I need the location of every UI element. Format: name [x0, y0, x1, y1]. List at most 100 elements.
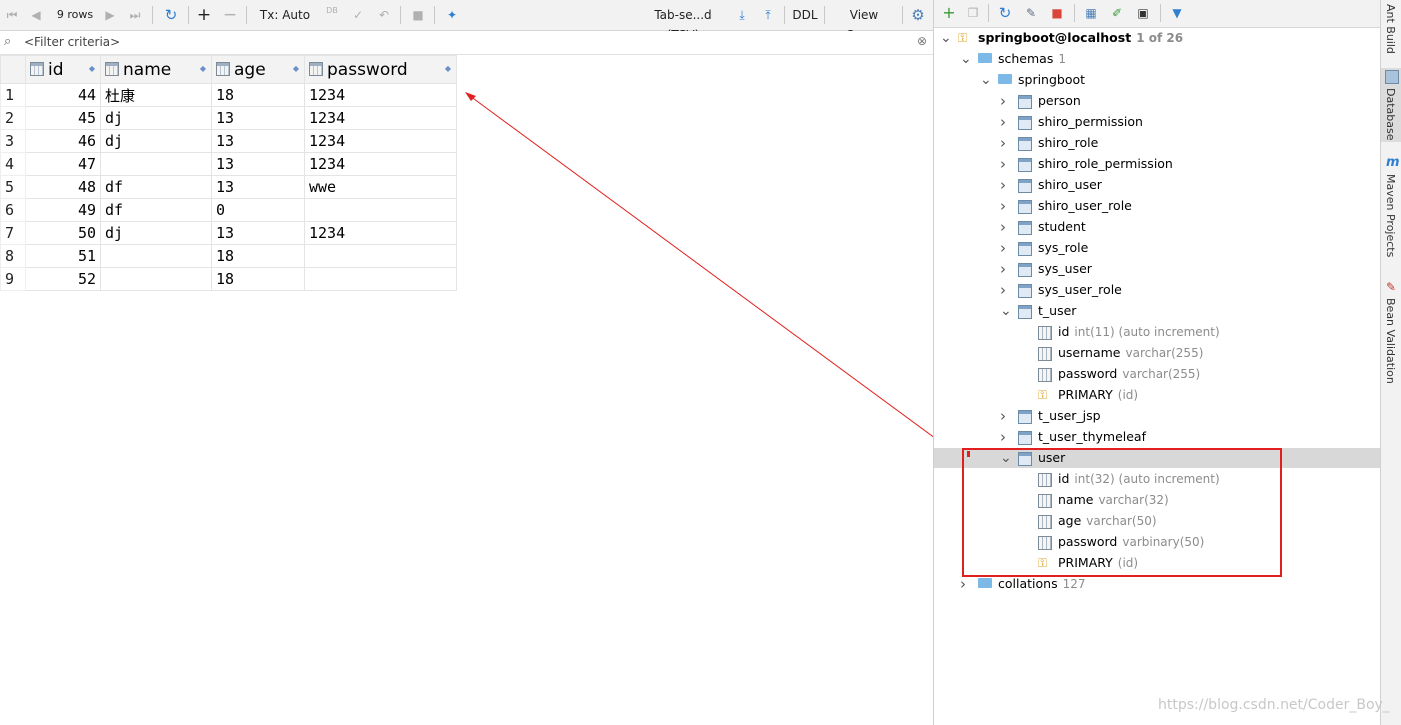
tree-node-table[interactable]: › shiro_user — [934, 175, 1381, 195]
tool-window-strip: Ant Build Database m Maven Projects ✎ Be… — [1380, 0, 1401, 725]
table-icon — [1018, 116, 1032, 130]
tree-node-label: springboot — [1018, 72, 1086, 87]
side-tab-ant-build[interactable]: Ant Build — [1384, 4, 1397, 54]
tree-node-label: collations — [998, 576, 1058, 591]
tree-node-label: sys_user — [1038, 261, 1092, 276]
tree-node-label: springboot@localhost — [978, 30, 1132, 45]
data-editor-pane: ⏮ ◀ 9 rows ▶ ⏭ ↻ + − Tx: Auto ⌄ DB ✓ ↶ ■… — [0, 0, 933, 725]
tree-node-label: sys_user_role — [1038, 282, 1122, 297]
key-icon: ⚿ — [1038, 388, 1048, 402]
column-icon — [1038, 347, 1052, 361]
tree-node-table[interactable]: › shiro_role — [934, 133, 1381, 153]
expand-arrow-icon[interactable]: › — [1000, 175, 1008, 194]
tree-node-meta: varchar(255) — [1125, 346, 1204, 360]
table-icon — [1018, 284, 1032, 298]
tree-node-table[interactable]: › sys_user_role — [934, 280, 1381, 300]
expand-arrow-icon[interactable]: › — [1000, 280, 1008, 299]
table-icon — [1018, 95, 1032, 109]
maven-icon: m — [1386, 155, 1400, 170]
tree-node-meta: 127 — [1062, 577, 1086, 591]
table-icon — [1018, 179, 1032, 193]
tree-node-table[interactable]: › sys_user — [934, 259, 1381, 279]
watermark-text: https://blog.csdn.net/Coder_Boy_ — [1158, 697, 1390, 713]
folder-icon — [978, 53, 992, 63]
table-icon — [1018, 431, 1032, 445]
tree-node-meta: int(11) (auto increment) — [1074, 325, 1220, 339]
tree-node-label: t_user_jsp — [1038, 408, 1101, 423]
tree-node-label: shiro_permission — [1038, 114, 1143, 129]
tree-node-label: PRIMARY — [1058, 387, 1113, 402]
database-tool-window: + ❐ ↻ ✎ ■ ▦ ✐ ▣ ▼ ⌄ ⚿ springboot@localhost… — [933, 0, 1381, 725]
tree-node-meta: 1 of 26 — [1136, 31, 1184, 45]
tree-node-label: shiro_role — [1038, 135, 1099, 150]
tree-node-label: id — [1058, 324, 1070, 339]
table-icon — [1018, 410, 1032, 424]
table-icon — [1018, 158, 1032, 172]
tree-node-column[interactable]: password varchar(255) — [934, 364, 1381, 384]
expand-arrow-icon[interactable]: › — [1000, 154, 1008, 173]
connection-icon: ⚿ — [958, 31, 968, 45]
tree-node-label: student — [1038, 219, 1086, 234]
collapse-arrow-icon[interactable]: ⌄ — [1000, 301, 1012, 319]
tree-node-table[interactable]: › student — [934, 217, 1381, 237]
tree-node-schema[interactable]: ⌄ springboot — [934, 70, 1381, 90]
tree-node-primary-key[interactable]: ⚿ PRIMARY (id) — [934, 385, 1381, 405]
tree-node-table[interactable]: › sys_role — [934, 238, 1381, 258]
tree-node-meta: varchar(255) — [1122, 367, 1201, 381]
tree-node-column[interactable]: username varchar(255) — [934, 343, 1381, 363]
tree-node-table[interactable]: › shiro_user_role — [934, 196, 1381, 216]
annotation-arrow — [465, 92, 933, 438]
table-icon — [1018, 242, 1032, 256]
tree-node-table[interactable]: › t_user_thymeleaf — [934, 427, 1381, 447]
schema-icon — [998, 74, 1012, 84]
side-tab-database[interactable]: Database — [1384, 88, 1397, 141]
tree-node-collations[interactable]: › collations 127 — [934, 574, 1381, 594]
tree-node-label: t_user_thymeleaf — [1038, 429, 1146, 444]
expand-arrow-icon[interactable]: › — [1000, 196, 1008, 215]
folder-icon — [978, 578, 992, 588]
tree-node-connection[interactable]: ⌄ ⚿ springboot@localhost 1 of 26 — [934, 28, 1381, 48]
tree-node-schemas[interactable]: ⌄ schemas 1 — [934, 49, 1381, 69]
annotation-highlight-box — [962, 448, 1282, 577]
tree-node-label: shiro_role_permission — [1038, 156, 1173, 171]
table-icon — [1018, 263, 1032, 277]
tree-node-meta: 1 — [1058, 52, 1066, 66]
tree-node-column[interactable]: id int(11) (auto increment) — [934, 322, 1381, 342]
annotation-marker — [967, 451, 970, 457]
tree-node-label: person — [1038, 93, 1081, 108]
expand-arrow-icon[interactable]: › — [1000, 406, 1008, 425]
tree-node-label: t_user — [1038, 303, 1077, 318]
tree-node-table[interactable]: › shiro_role_permission — [934, 154, 1381, 174]
table-icon — [1018, 200, 1032, 214]
tree-node-table-t-user[interactable]: ⌄ t_user — [934, 301, 1381, 321]
expand-arrow-icon[interactable]: › — [1000, 91, 1008, 110]
bean-icon: ✎ — [1386, 280, 1397, 294]
tree-node-label: password — [1058, 366, 1118, 381]
tree-node-table[interactable]: › person — [934, 91, 1381, 111]
collapse-arrow-icon[interactable]: ⌄ — [940, 28, 952, 46]
tree-node-meta: (id) — [1117, 388, 1139, 402]
table-icon — [1018, 137, 1032, 151]
expand-arrow-icon[interactable]: › — [1000, 427, 1008, 446]
tree-node-table[interactable]: › t_user_jsp — [934, 406, 1381, 426]
expand-arrow-icon[interactable]: › — [1000, 259, 1008, 278]
table-icon — [1018, 305, 1032, 319]
annotation-arrow-line — [469, 95, 933, 438]
tree-node-label: shiro_user — [1038, 177, 1102, 192]
expand-arrow-icon[interactable]: › — [1000, 133, 1008, 152]
tree-node-table[interactable]: › shiro_permission — [934, 112, 1381, 132]
database-icon — [1385, 70, 1399, 84]
collapse-arrow-icon[interactable]: ⌄ — [960, 49, 972, 67]
expand-arrow-icon[interactable]: › — [1000, 112, 1008, 131]
tree-node-label: username — [1058, 345, 1121, 360]
tree-node-label: shiro_user_role — [1038, 198, 1132, 213]
side-tab-bean-validation[interactable]: Bean Validation — [1384, 298, 1397, 384]
side-tab-maven-projects[interactable]: Maven Projects — [1384, 174, 1397, 257]
expand-arrow-icon[interactable]: › — [1000, 238, 1008, 257]
column-icon — [1038, 326, 1052, 340]
expand-arrow-icon[interactable]: › — [1000, 217, 1008, 236]
collapse-arrow-icon[interactable]: ⌄ — [980, 70, 992, 88]
tree-node-label: schemas — [998, 51, 1054, 66]
table-icon — [1018, 221, 1032, 235]
tree-node-label: sys_role — [1038, 240, 1089, 255]
